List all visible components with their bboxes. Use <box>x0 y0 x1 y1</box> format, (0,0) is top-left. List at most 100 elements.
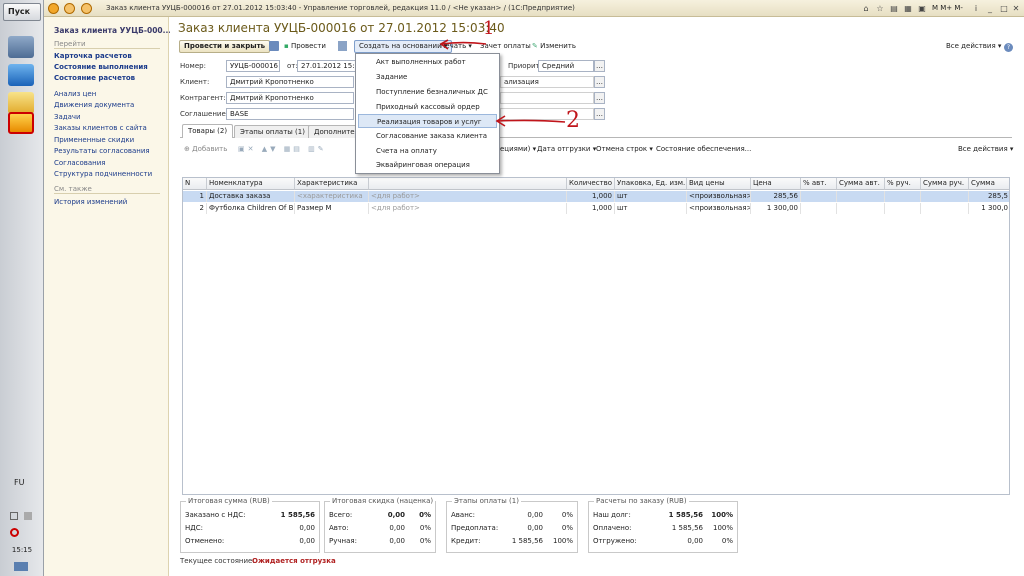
nav-link-history[interactable]: История изменений <box>54 198 127 206</box>
calendar-icon[interactable]: ▣ <box>916 3 928 14</box>
grid-all-actions-button[interactable]: Все действия ▾ <box>958 143 1013 156</box>
menu-item-cashless-receipt[interactable]: Поступление безналичных ДС <box>358 85 497 99</box>
create-based-on-label: Создать на основании <box>359 42 442 50</box>
cell-n: 1 <box>183 191 207 202</box>
agreement-field[interactable]: BASE <box>226 108 354 120</box>
back-icon[interactable] <box>64 3 75 14</box>
client-field[interactable]: Дмитрий Кропотненко <box>226 76 354 88</box>
1c-app-icon[interactable] <box>8 112 34 134</box>
contract-field[interactable] <box>500 92 594 104</box>
edit-label: Изменить <box>540 42 576 50</box>
col-header-price[interactable]: Цена <box>751 178 801 190</box>
col-header-manual-pct[interactable]: % руч. <box>885 178 921 190</box>
number-field[interactable]: УУЦБ-000016 <box>226 60 280 72</box>
counterparty-field[interactable]: Дмитрий Кропотненко <box>226 92 354 104</box>
col-header-auto-sum[interactable]: Сумма авт. <box>837 178 885 190</box>
nav-doc-link[interactable]: Заказ клиента УУЦБ-000... <box>54 26 171 35</box>
menu-item-cash-order[interactable]: Приходный кассовый ордер <box>358 100 497 114</box>
tab-goods[interactable]: Товары (2) <box>182 124 234 138</box>
col-header-sum[interactable]: Сумма <box>969 178 1009 190</box>
menu-item-sales[interactable]: Реализация товаров и услуг <box>358 114 497 128</box>
priority-field[interactable]: Средний <box>538 60 594 72</box>
date-field[interactable]: 27.01.2012 15:03:40 <box>297 60 357 72</box>
nav-link-site-orders[interactable]: Заказы клиентов с сайта <box>54 124 147 132</box>
all-actions-label: Все действия <box>946 42 996 50</box>
status-select-button[interactable]: … <box>594 76 605 88</box>
total-discount-title: Итоговая скидка (наценка) <box>330 497 436 505</box>
minimize-icon[interactable]: _ <box>984 3 996 14</box>
volume-icon[interactable] <box>10 528 19 537</box>
tab-payment-stages[interactable]: Этапы оплаты (1) <box>234 125 311 138</box>
1c-logo-icon[interactable] <box>48 3 59 14</box>
close-icon[interactable]: ✕ <box>1010 3 1022 14</box>
menu-item-acquiring[interactable]: Эквайринговая операция <box>358 158 497 172</box>
help-icon[interactable]: i <box>970 3 982 14</box>
folder-icon[interactable] <box>8 92 34 114</box>
add-row-button[interactable]: ⊕ Добавить <box>184 143 227 156</box>
clock[interactable]: 15:15 <box>0 546 44 554</box>
col-header-price-type[interactable]: Вид цены <box>687 178 751 190</box>
home-icon[interactable]: ⌂ <box>860 3 872 14</box>
edit-button[interactable]: ✎ Изменить <box>532 40 576 53</box>
nav-link-discounts[interactable]: Примененные скидки <box>54 136 134 144</box>
col-header-item[interactable]: Номенклатура <box>207 178 295 190</box>
col-header-unit[interactable]: Упаковка, Ед. изм. <box>615 178 687 190</box>
nav-link-card[interactable]: Карточка расчетов <box>54 52 132 60</box>
col-header-characteristic[interactable]: Характеристика <box>295 178 369 190</box>
powershell-icon[interactable] <box>8 64 34 86</box>
menu-item-approval[interactable]: Согласование заказа клиента <box>358 129 497 143</box>
offset-payment-button[interactable]: Зачет оплаты <box>480 40 531 53</box>
print-button[interactable]: Печать ▾ <box>440 40 472 53</box>
grid-toolbar-icons[interactable]: ▣✕ ▲▼ ▦▤ ▥✎ <box>238 145 338 154</box>
nav-link-structure[interactable]: Структура подчиненности <box>54 170 152 178</box>
contract-select-button[interactable]: … <box>594 92 605 104</box>
cancel-rows-button[interactable]: Отмена строк ▾ <box>596 143 653 156</box>
all-actions-button[interactable]: Все действия ▾ <box>946 40 1001 53</box>
col-header-manual-sum[interactable]: Сумма руч. <box>921 178 969 190</box>
maximize-icon[interactable]: □ <box>998 3 1010 14</box>
col-header-qty[interactable]: Количество <box>567 178 615 190</box>
nav-link-tasks[interactable]: Задачи <box>54 113 81 121</box>
grid-toolbar-partial[interactable]: ециями) ▾ <box>500 143 536 156</box>
post-button[interactable]: ▪ Провести <box>284 40 326 53</box>
post-and-close-button[interactable]: Провести и закрыть <box>179 40 271 53</box>
network-icon[interactable] <box>24 512 32 520</box>
col-header-extra[interactable] <box>369 178 567 190</box>
payment-stages-panel: Этапы оплаты (1) Аванс: 0,00 0% Предопла… <box>446 497 578 553</box>
col-header-n[interactable]: N <box>183 178 207 190</box>
menu-item-act[interactable]: Акт выполненных работ <box>358 55 497 69</box>
nav-link-settlements[interactable]: Состояние расчетов <box>54 74 135 82</box>
nav-link-price-analysis[interactable]: Анализ цен <box>54 90 96 98</box>
nav-link-approvals[interactable]: Согласования <box>54 159 106 167</box>
menu-item-task[interactable]: Задание <box>358 70 497 84</box>
col-header-auto-pct[interactable]: % авт. <box>801 178 837 190</box>
language-indicator[interactable]: FU <box>14 478 24 487</box>
window-title: Заказ клиента УУЦБ-000016 от 27.01.2012 … <box>106 4 575 12</box>
forward-icon[interactable] <box>81 3 92 14</box>
nav-link-movements[interactable]: Движения документа <box>54 101 134 109</box>
goods-table[interactable]: N Номенклатура Характеристика Количество… <box>182 177 1010 495</box>
ship-date-button[interactable]: Дата отгрузки ▾ <box>537 143 596 156</box>
calc-icon[interactable]: ▦ <box>902 3 914 14</box>
our-debt-label: Наш долг: <box>593 511 631 519</box>
star-icon[interactable]: ☆ <box>874 3 886 14</box>
warehouse-select-button[interactable]: … <box>594 108 605 120</box>
status-field[interactable]: ализация <box>500 76 594 88</box>
computer-icon[interactable] <box>8 36 34 58</box>
create-based-on-button[interactable]: Создать на основании ▾ <box>354 40 453 53</box>
provision-state-button[interactable]: Состояние обеспечения... <box>656 143 751 156</box>
priority-select-button[interactable]: … <box>594 60 605 72</box>
table-row[interactable]: 2 Футболка Children Of B... Размер M <дл… <box>183 203 1009 214</box>
flag-icon[interactable] <box>10 512 18 520</box>
memory-buttons[interactable]: M M+ M- <box>932 4 963 12</box>
start-button[interactable]: Пуск <box>3 3 41 21</box>
help-icon[interactable]: ? <box>1004 43 1013 52</box>
nav-link-execution[interactable]: Состояние выполнения <box>54 63 148 71</box>
history-icon[interactable]: ▤ <box>888 3 900 14</box>
menu-item-invoices[interactable]: Счета на оплату <box>358 144 497 158</box>
list-icon[interactable] <box>338 41 347 51</box>
table-row[interactable]: 1 Доставка заказа <характеристика <для р… <box>183 191 1009 202</box>
nav-link-approval-results[interactable]: Результаты согласования <box>54 147 150 155</box>
save-icon[interactable] <box>269 41 279 51</box>
show-desktop-icon[interactable] <box>14 562 28 571</box>
